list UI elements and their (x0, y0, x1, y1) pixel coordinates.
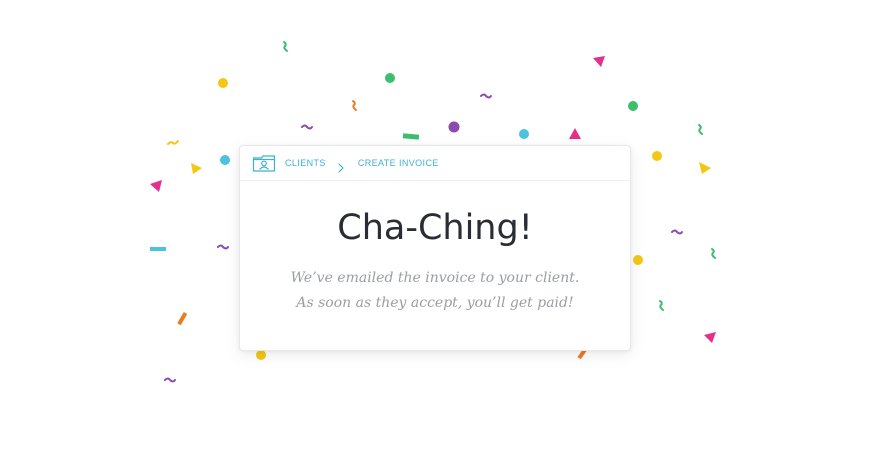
confetti-strip (150, 247, 166, 251)
confetti-squiggle (480, 93, 492, 99)
client-folder-icon[interactable] (252, 154, 276, 172)
confetti-triangle (150, 180, 162, 192)
confetti-squiggle (167, 140, 179, 145)
confetti-squiggle (283, 41, 288, 52)
confetti-dot (218, 78, 228, 88)
breadcrumb: CLIENTS CREATE INVOICE (240, 146, 630, 181)
confetti-dot (519, 129, 529, 139)
confetti-squiggle (217, 244, 229, 250)
confetti-strip (402, 133, 420, 140)
confetti-triangle (699, 162, 711, 174)
confetti-dot (652, 151, 662, 161)
confetti-triangle (593, 56, 605, 67)
confetti-dot (256, 350, 266, 360)
confetti-squiggle (698, 124, 703, 135)
confetti-squiggle (301, 124, 313, 130)
confetti-dot (628, 101, 638, 111)
confetti-triangle (569, 128, 581, 139)
confetti-strip (177, 311, 188, 326)
confetti-dot (633, 255, 643, 265)
chevron-right-icon (336, 158, 346, 173)
confetti-triangle (191, 163, 202, 174)
message-line-1: We’ve emailed the invoice to your client… (290, 270, 580, 286)
confetti-dot (385, 73, 395, 83)
breadcrumb-clients-link[interactable]: CLIENTS (285, 158, 326, 168)
breadcrumb-create-invoice-link[interactable]: CREATE INVOICE (358, 158, 439, 168)
message-line-2: As soon as they accept, you’ll get paid! (296, 295, 574, 311)
confetti-squiggle (711, 248, 716, 259)
confetti-squiggle (671, 229, 683, 235)
confetti-squiggle (352, 100, 357, 111)
page-title: Cha-Ching! (337, 208, 533, 248)
confirmation-message: We’ve emailed the invoice to your client… (240, 266, 630, 316)
confetti-squiggle (164, 377, 176, 383)
confetti-dot (220, 155, 230, 165)
confetti-squiggle (659, 300, 664, 311)
confirmation-card: CLIENTS CREATE INVOICE Cha-Ching! We’ve … (239, 145, 631, 351)
confetti-dot (448, 121, 460, 133)
confetti-triangle (704, 332, 716, 343)
